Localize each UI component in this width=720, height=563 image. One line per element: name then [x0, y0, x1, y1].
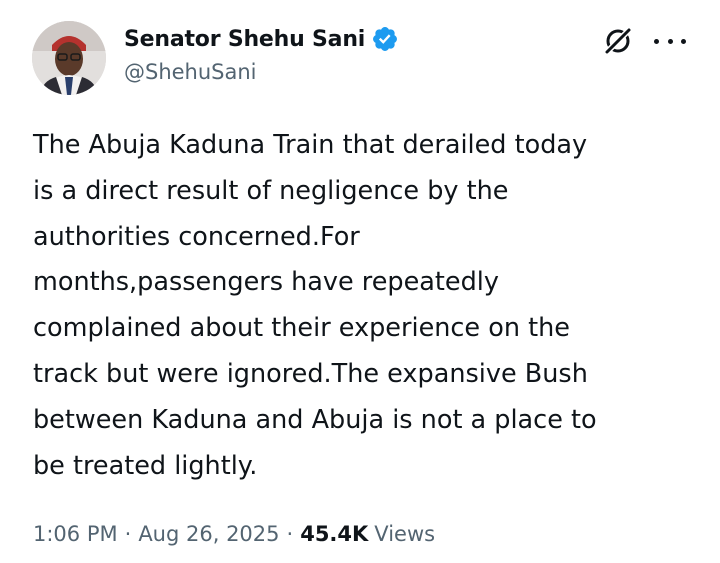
- author-handle[interactable]: @ShehuSani: [124, 60, 257, 84]
- author-name-row[interactable]: Senator Shehu Sani: [124, 22, 399, 56]
- tweet-text: The Abuja Kaduna Train that derailed tod…: [33, 123, 693, 489]
- tweet-text-line: be treated lightly.: [33, 450, 258, 481]
- more-dot: [667, 38, 673, 44]
- tweet-text-line: between Kaduna and Abuja is not a place …: [33, 404, 597, 435]
- tweet-text-line: The Abuja Kaduna Train that derailed tod…: [33, 130, 588, 160]
- grok-icon[interactable]: [602, 25, 634, 57]
- tweet-text-line: authorities concerned.For: [33, 221, 360, 252]
- tweet-text-line: complained about their experience on the: [33, 313, 570, 344]
- tweet-date[interactable]: Aug 26, 2025: [138, 522, 279, 546]
- views-label: Views: [374, 522, 436, 546]
- tweet-text-line: track but were ignored.The expansive Bus…: [33, 358, 588, 389]
- avatar-image: [32, 21, 106, 95]
- verified-badge-icon[interactable]: [371, 25, 399, 53]
- more-options-icon[interactable]: [654, 36, 686, 46]
- tweet: Senator Shehu Sani @ShehuSani The Abuja …: [0, 0, 720, 563]
- more-dot: [681, 38, 686, 44]
- meta-separator: ·: [286, 522, 294, 546]
- tweet-meta: 1:06 PM · Aug 26, 2025 · 45.4K Views: [33, 522, 435, 546]
- meta-separator: ·: [124, 522, 132, 546]
- tweet-text-line: months,passengers have repeatedly: [33, 267, 499, 298]
- avatar[interactable]: [32, 21, 106, 95]
- author-display-name[interactable]: Senator Shehu Sani: [124, 27, 365, 52]
- tweet-text-line: is a direct result of negligence by the: [33, 175, 509, 206]
- views-count[interactable]: 45.4K: [300, 522, 368, 546]
- more-dot: [654, 38, 659, 44]
- tweet-time[interactable]: 1:06 PM: [33, 522, 118, 546]
